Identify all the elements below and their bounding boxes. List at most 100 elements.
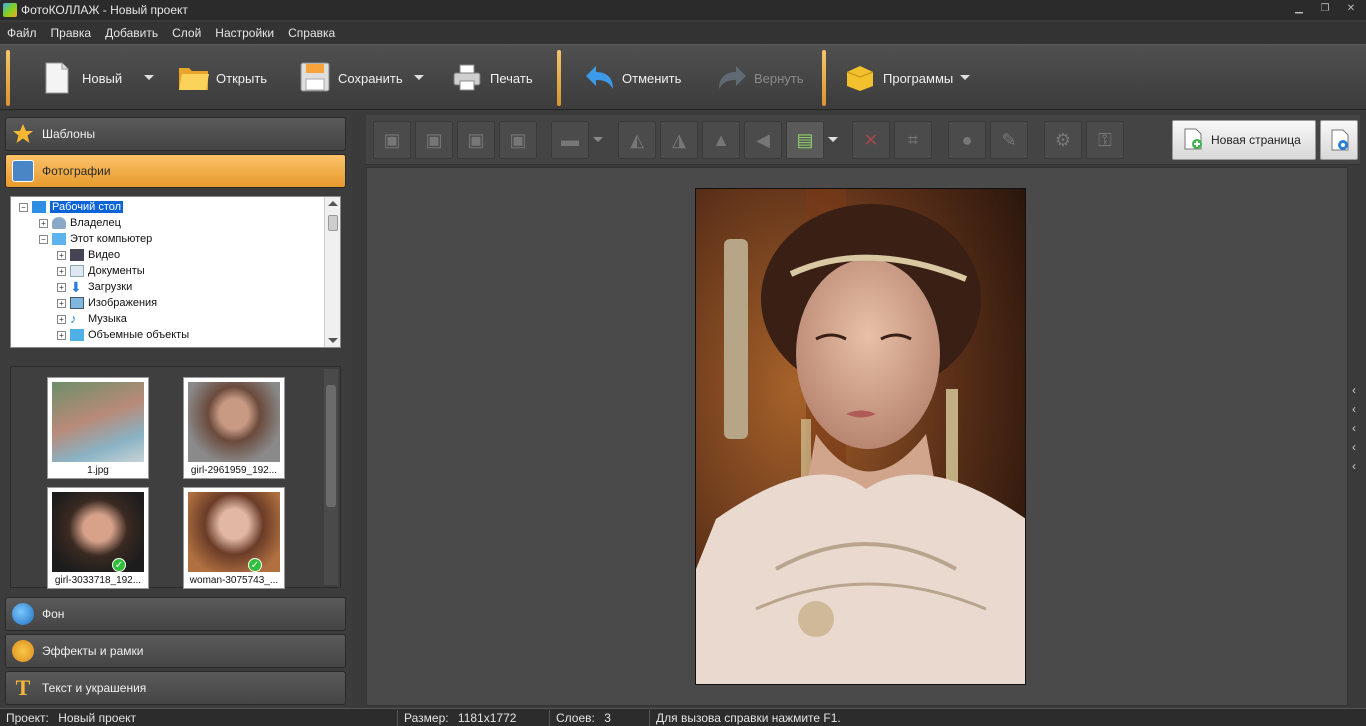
align-button[interactable]: ▬ <box>551 121 589 159</box>
layers-icon: ▣ <box>425 130 443 150</box>
brush-button[interactable]: ✎ <box>990 121 1028 159</box>
tree-item-label: Владелец <box>70 217 121 229</box>
edit-toolbar: ▣ ▣ ▣ ▣ ▬ ◭ ◮ ▲ ◀ ▤ ✕ ⌗ ● ✎ ⚙ ⚿ Новая ст… <box>366 115 1360 165</box>
scroll-thumb[interactable] <box>328 215 338 231</box>
bring-forward-button[interactable]: ▣ <box>415 121 453 159</box>
tree-item-label: Объемные объекты <box>88 329 190 341</box>
photo-thumbnails: 1.jpg girl-2961959_192... girl-3033718_1… <box>10 366 341 589</box>
category-text[interactable]: T Текст и украшения <box>5 671 346 705</box>
collapse-icon[interactable]: − <box>39 234 48 244</box>
thumbnail-item[interactable]: 1.jpg <box>47 377 149 479</box>
expand-icon[interactable]: + <box>57 266 66 276</box>
flip-vertical-button[interactable]: ◀ <box>744 121 782 159</box>
side-chevron-icon[interactable]: ‹ <box>1352 402 1362 416</box>
text-t-icon: T <box>15 675 31 700</box>
properties-button[interactable]: ⚙ <box>1044 121 1082 159</box>
expand-icon[interactable]: + <box>57 250 66 260</box>
page-settings-icon <box>1330 129 1350 156</box>
new-dropdown-icon[interactable] <box>144 75 154 80</box>
tree-item-computer[interactable]: − Этот компьютер <box>39 231 152 247</box>
close-icon[interactable]: ✕ <box>1344 2 1358 16</box>
collage-canvas[interactable] <box>366 167 1348 706</box>
save-button[interactable]: Сохранить <box>300 55 403 101</box>
category-effects[interactable]: Эффекты и рамки <box>5 634 346 668</box>
align-dropdown-icon[interactable] <box>593 137 603 142</box>
undo-button[interactable]: Отменить <box>584 55 681 101</box>
bring-to-front-button[interactable]: ▣ <box>373 121 411 159</box>
send-to-back-button[interactable]: ▣ <box>499 121 537 159</box>
tree-scrollbar[interactable] <box>324 197 340 347</box>
programs-dropdown-icon[interactable] <box>960 75 970 80</box>
redo-button[interactable]: Вернуть <box>716 55 804 101</box>
print-button[interactable]: Печать <box>452 55 533 101</box>
tree-item-downloads[interactable]: + ⬇ Загрузки <box>57 279 132 295</box>
flip-horizontal-button[interactable]: ▲ <box>702 121 740 159</box>
menu-help[interactable]: Справка <box>288 26 335 40</box>
new-button[interactable]: Новый <box>44 55 122 101</box>
scroll-thumb[interactable] <box>326 385 336 507</box>
new-page-button[interactable]: Новая страница <box>1172 120 1316 160</box>
gear-icon: ⚙ <box>1054 130 1072 150</box>
lock-button[interactable]: ⚿ <box>1086 121 1124 159</box>
thumbnail-item[interactable]: girl-2961959_192... <box>183 377 285 479</box>
tree-item-music[interactable]: + ♪ Музыка <box>57 311 127 327</box>
rotate-right-button[interactable]: ◮ <box>660 121 698 159</box>
open-button[interactable]: Открыть <box>178 55 267 101</box>
restore-icon[interactable]: ❐ <box>1318 2 1332 16</box>
thumbnail-item[interactable]: woman-3075743_... ✓ <box>183 487 285 589</box>
thumbnail-image <box>188 382 280 462</box>
scroll-up-icon[interactable] <box>328 201 338 206</box>
globe-icon <box>12 603 34 625</box>
side-chevron-icon[interactable]: ‹ <box>1352 459 1362 473</box>
tree-item-owner[interactable]: + Владелец <box>39 215 121 231</box>
side-chevron-icon[interactable]: ‹ <box>1352 383 1362 397</box>
thumbnail-name: woman-3075743_... <box>189 575 279 586</box>
expand-icon[interactable]: + <box>57 282 66 292</box>
collapse-icon[interactable]: − <box>19 202 28 212</box>
category-photos[interactable]: Фотографии <box>5 154 346 188</box>
thumbnail-item[interactable]: girl-3033718_192... ✓ <box>47 487 149 589</box>
rotate-left-button[interactable]: ◭ <box>618 121 656 159</box>
fit-to-page-button[interactable]: ▤ <box>786 121 824 159</box>
images-icon <box>70 297 84 309</box>
minimize-icon[interactable]: ▁ <box>1292 2 1306 16</box>
crop-button[interactable]: ⌗ <box>894 121 932 159</box>
tree-item-video[interactable]: + Видео <box>57 247 120 263</box>
thumbnail-image <box>188 492 280 572</box>
tree-item-3d-objects[interactable]: + Объемные объекты <box>57 327 189 343</box>
window-title: ФотоКОЛЛАЖ - Новый проект <box>21 3 188 17</box>
crop-icon: ⌗ <box>907 130 919 150</box>
side-chevron-icon[interactable]: ‹ <box>1352 421 1362 435</box>
tree-item-label: Видео <box>88 249 121 261</box>
folder-tree[interactable]: − Рабочий стол + Владелец − Этот компьют… <box>10 196 341 348</box>
save-dropdown-icon[interactable] <box>414 75 424 80</box>
tree-item-images[interactable]: + Изображения <box>57 295 157 311</box>
menu-add[interactable]: Добавить <box>105 26 158 40</box>
video-icon <box>70 249 84 261</box>
save-icon <box>300 62 330 94</box>
tree-item-documents[interactable]: + Документы <box>57 263 145 279</box>
delete-button[interactable]: ✕ <box>852 121 890 159</box>
menu-settings[interactable]: Настройки <box>215 26 274 40</box>
save-label: Сохранить <box>338 70 403 86</box>
thumbnails-scrollbar[interactable] <box>324 369 338 585</box>
expand-icon[interactable]: + <box>57 298 66 308</box>
side-chevron-icon[interactable]: ‹ <box>1352 440 1362 454</box>
menu-layer[interactable]: Слой <box>172 26 201 40</box>
palette-icon <box>12 640 34 662</box>
programs-button[interactable]: Программы <box>845 55 953 101</box>
category-background[interactable]: Фон <box>5 597 346 631</box>
menu-edit[interactable]: Правка <box>51 26 92 40</box>
page-settings-button[interactable] <box>1320 120 1358 160</box>
expand-icon[interactable]: + <box>57 330 66 340</box>
send-backward-button[interactable]: ▣ <box>457 121 495 159</box>
menu-file[interactable]: Файл <box>7 26 37 40</box>
category-templates[interactable]: Шаблоны <box>5 117 346 151</box>
scroll-down-icon[interactable] <box>328 338 338 343</box>
tree-item-desktop[interactable]: − Рабочий стол <box>19 199 124 215</box>
expand-icon[interactable]: + <box>39 218 48 228</box>
expand-icon[interactable]: + <box>57 314 66 324</box>
effects-button[interactable]: ● <box>948 121 986 159</box>
fit-dropdown-icon[interactable] <box>828 137 838 142</box>
collage-photo[interactable] <box>695 188 1026 685</box>
